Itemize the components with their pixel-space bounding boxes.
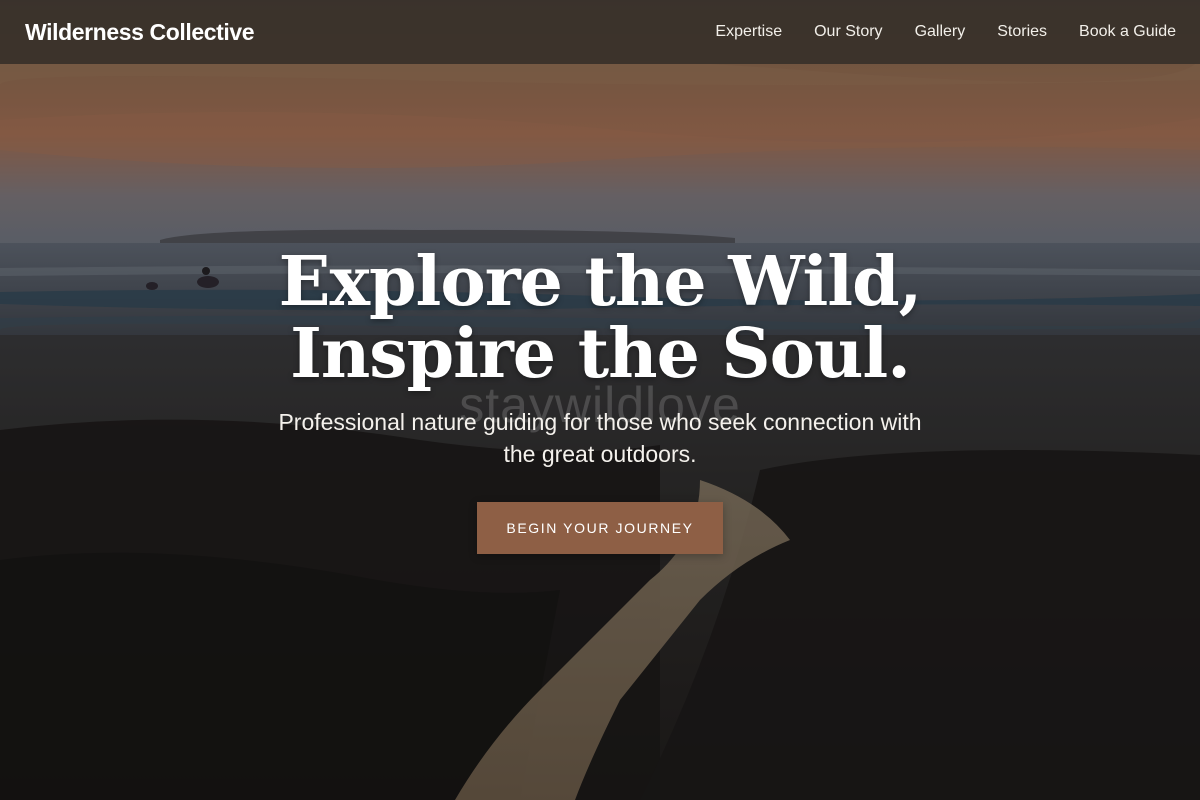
nav-item-our-story: Our Story (814, 23, 882, 41)
hero-subtitle: Professional nature guiding for those wh… (278, 409, 922, 467)
nav-link-expertise[interactable]: Expertise (715, 23, 782, 40)
nav-link-book-a-guide[interactable]: Book a Guide (1079, 23, 1176, 40)
begin-journey-button[interactable]: BEGIN YOUR JOURNEY (477, 502, 723, 554)
landing-page: Wilderness Collective Expertise Our Stor… (0, 0, 1200, 800)
brand-logo[interactable]: Wilderness Collective (25, 19, 255, 46)
nav-link-stories[interactable]: Stories (997, 23, 1047, 40)
nav-item-expertise: Expertise (715, 23, 782, 41)
nav-item-book-a-guide: Book a Guide (1079, 23, 1176, 41)
nav-link-gallery[interactable]: Gallery (915, 23, 966, 40)
hero-headline: Explore the Wild, Inspire the Soul. (0, 246, 1200, 390)
nav-menu: Expertise Our Story Gallery Stories Book… (715, 23, 1176, 41)
top-navigation-bar: Wilderness Collective Expertise Our Stor… (0, 0, 1200, 64)
nav-item-stories: Stories (997, 23, 1047, 41)
nav-item-gallery: Gallery (915, 23, 966, 41)
hero-section: Explore the Wild, Inspire the Soul. stay… (0, 0, 1200, 800)
hero-headline-line-1: Explore the Wild, (278, 242, 923, 322)
nav-link-our-story[interactable]: Our Story (814, 23, 882, 40)
